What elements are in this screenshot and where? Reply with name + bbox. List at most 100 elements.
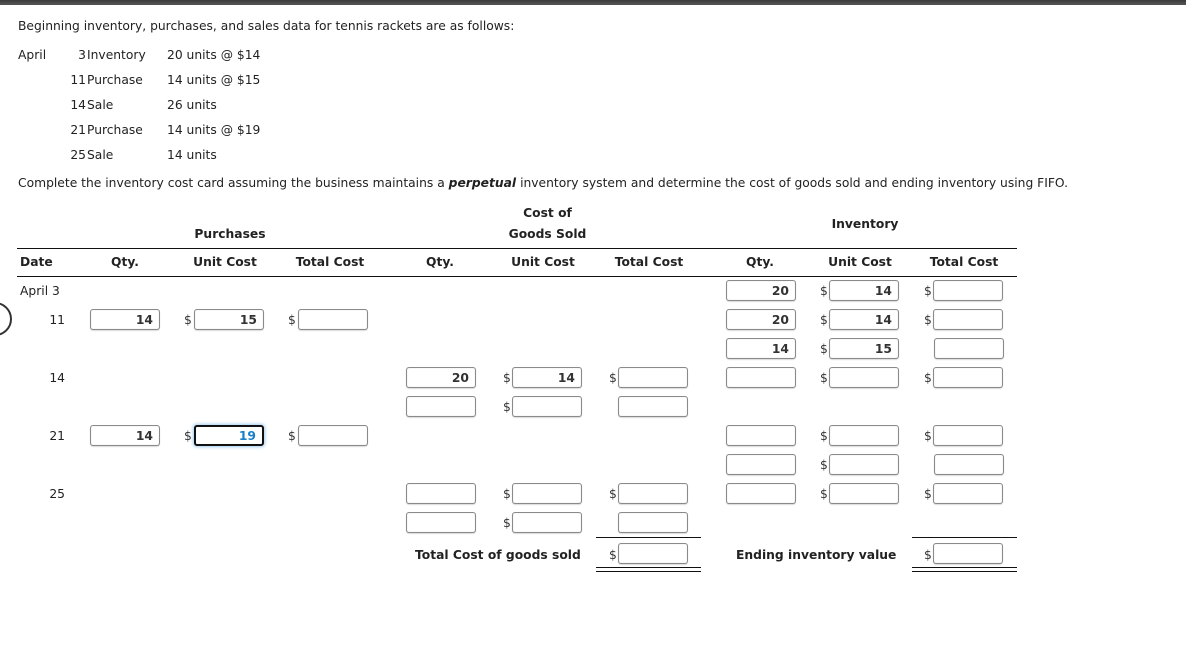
inv-14-total-cost-input[interactable] <box>933 367 1003 388</box>
inv-3-total-cost-input[interactable] <box>933 280 1003 301</box>
partial-circle-decoration <box>0 302 12 336</box>
dollar-sign: $ <box>184 313 192 327</box>
given-detail: 20 units @ $14 <box>167 48 261 62</box>
window-top-bar <box>0 0 1186 5</box>
intro-text: Beginning inventory, purchases, and sale… <box>18 19 515 33</box>
dollar-sign: $ <box>924 371 932 385</box>
cogs-14b-unit-cost-input[interactable] <box>512 396 582 417</box>
col-header-purchases-qty: Qty. <box>111 255 139 269</box>
dollar-sign: $ <box>820 313 828 327</box>
dollar-sign: $ <box>503 371 511 385</box>
dollar-sign: $ <box>609 487 617 501</box>
given-type: Purchase <box>87 123 143 137</box>
inv-11b-total-cost-input[interactable] <box>934 338 1004 359</box>
cogs-total-rule <box>596 537 701 538</box>
cogs-25a-qty-input[interactable] <box>406 483 476 504</box>
purchase-21-qty-input[interactable] <box>90 425 160 446</box>
given-type: Sale <box>87 98 114 112</box>
col-header-inventory-total-cost: Total Cost <box>929 255 999 269</box>
ending-inventory-label: Ending inventory value <box>736 548 897 562</box>
total-cogs-input[interactable] <box>618 543 688 564</box>
inv-21b-qty-input[interactable] <box>726 454 796 475</box>
purchase-11-total-cost-input[interactable] <box>298 309 368 330</box>
dollar-sign: $ <box>184 429 192 443</box>
date-11: 11 <box>49 313 65 327</box>
inv-11a-total-cost-input[interactable] <box>933 309 1003 330</box>
col-header-cogs-qty: Qty. <box>426 255 454 269</box>
dollar-sign: $ <box>924 284 932 298</box>
dollar-sign: $ <box>820 371 828 385</box>
inv-21a-total-cost-input[interactable] <box>933 425 1003 446</box>
dollar-sign: $ <box>609 371 617 385</box>
cogs-total-double-rule <box>596 567 701 572</box>
date-april-3: April 3 <box>20 284 60 298</box>
cogs-group-header-line1: Cost of <box>523 206 572 220</box>
cogs-14a-qty-input[interactable] <box>406 367 476 388</box>
dollar-sign: $ <box>503 400 511 414</box>
ending-inventory-double-rule <box>912 567 1017 572</box>
cogs-25a-unit-cost-input[interactable] <box>512 483 582 504</box>
purchase-11-qty-input[interactable] <box>90 309 160 330</box>
dollar-sign: $ <box>924 548 932 562</box>
dollar-sign: $ <box>820 342 828 356</box>
inv-21b-unit-cost-input[interactable] <box>829 454 899 475</box>
inv-3-qty-input[interactable] <box>726 280 796 301</box>
cogs-25b-unit-cost-input[interactable] <box>512 512 582 533</box>
cogs-14b-qty-input[interactable] <box>406 396 476 417</box>
purchase-21-total-cost-input[interactable] <box>298 425 368 446</box>
given-day: 3 <box>78 48 86 62</box>
ending-inventory-input[interactable] <box>933 543 1003 564</box>
inventory-group-header: Inventory <box>831 217 899 231</box>
inv-14-unit-cost-input[interactable] <box>829 367 899 388</box>
col-header-inventory-qty: Qty. <box>746 255 774 269</box>
dollar-sign: $ <box>820 429 828 443</box>
given-day: 11 <box>70 73 86 87</box>
inv-21a-unit-cost-input[interactable] <box>829 425 899 446</box>
inv-25-unit-cost-input[interactable] <box>829 483 899 504</box>
dollar-sign: $ <box>820 458 828 472</box>
inv-25-total-cost-input[interactable] <box>933 483 1003 504</box>
given-detail: 26 units <box>167 98 217 112</box>
inv-11a-qty-input[interactable] <box>726 309 796 330</box>
given-day: 14 <box>70 98 86 112</box>
given-type: Inventory <box>87 48 146 62</box>
cogs-25a-total-cost-input[interactable] <box>618 483 688 504</box>
dollar-sign: $ <box>503 516 511 530</box>
date-21: 21 <box>49 429 65 443</box>
given-detail: 14 units @ $15 <box>167 73 261 87</box>
purchase-11-unit-cost-input[interactable] <box>194 309 264 330</box>
col-header-date: Date <box>20 255 53 269</box>
total-cogs-label: Total Cost of goods sold <box>415 548 581 562</box>
cogs-group-header-line2: Goods Sold <box>508 227 587 241</box>
cogs-14b-total-cost-input[interactable] <box>618 396 688 417</box>
date-25: 25 <box>49 487 65 501</box>
inv-11b-qty-input[interactable] <box>726 338 796 359</box>
cogs-25b-qty-input[interactable] <box>406 512 476 533</box>
cogs-14a-unit-cost-input[interactable] <box>512 367 582 388</box>
dollar-sign: $ <box>820 284 828 298</box>
instructions-text: Complete the inventory cost card assumin… <box>18 176 1068 190</box>
purchase-21-unit-cost-input[interactable] <box>194 425 264 446</box>
cogs-25b-total-cost-input[interactable] <box>618 512 688 533</box>
inv-25-qty-input[interactable] <box>726 483 796 504</box>
inv-14-qty-input[interactable] <box>726 367 796 388</box>
given-type: Purchase <box>87 73 143 87</box>
inv-21b-total-cost-input[interactable] <box>934 454 1004 475</box>
col-header-cogs-total-cost: Total Cost <box>614 255 684 269</box>
inv-3-unit-cost-input[interactable] <box>829 280 899 301</box>
dollar-sign: $ <box>609 548 617 562</box>
inv-21a-qty-input[interactable] <box>726 425 796 446</box>
col-header-purchases-unit-cost: Unit Cost <box>193 255 257 269</box>
instructions-part: Complete the inventory cost card assumin… <box>18 176 449 190</box>
ending-inventory-rule <box>912 537 1017 538</box>
purchases-group-header: Purchases <box>194 227 266 241</box>
inv-11a-unit-cost-input[interactable] <box>829 309 899 330</box>
cogs-14a-total-cost-input[interactable] <box>618 367 688 388</box>
col-header-inventory-unit-cost: Unit Cost <box>828 255 892 269</box>
inv-11b-unit-cost-input[interactable] <box>829 338 899 359</box>
instructions-emphasis: perpetual <box>448 176 517 190</box>
col-header-purchases-total-cost: Total Cost <box>295 255 365 269</box>
given-detail: 14 units <box>167 148 217 162</box>
given-type: Sale <box>87 148 114 162</box>
given-detail: 14 units @ $19 <box>167 123 261 137</box>
